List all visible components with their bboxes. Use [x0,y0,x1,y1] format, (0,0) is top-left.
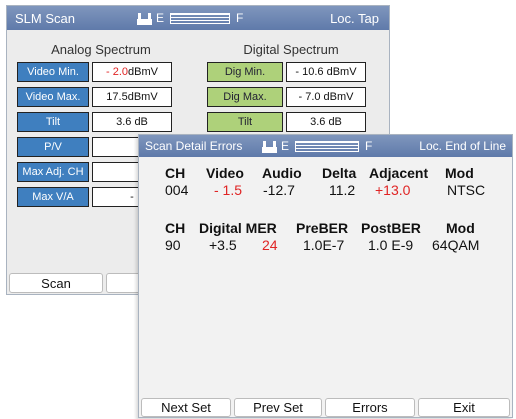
dig-min-value: - 10.6 dBmV [286,62,366,82]
battery-icon [262,140,277,153]
table-cell: 1.0 E-9 [368,237,414,253]
location-label: Loc. Tap [330,11,379,26]
table-cell: 11.2 [329,182,356,198]
table-cell: 64QAM [432,237,480,253]
table-cell: 1.0E-7 [303,237,345,253]
next-set-button[interactable]: Next Set [141,398,231,417]
header-mod: Mod [445,165,474,181]
location-label: Loc. End of Line [419,139,506,153]
header-postber: PostBER [361,220,421,236]
video-max-value: 17.5 dBmV [92,87,172,107]
digital-tilt-label: Tilt [207,112,283,132]
analog-row-video-min: Video Min. - 2.0 dBmV [17,61,172,83]
exit-button[interactable]: Exit [418,398,510,417]
digital-row-tilt: Tilt 3.6 dB [207,111,366,133]
table-cell: 24 [262,237,278,253]
video-max-label: Video Max. [17,87,89,107]
battery-gauge: E F [262,139,372,153]
table-cell: 90 [165,237,181,253]
dig-min-label: Dig Min. [207,62,283,82]
digital-tilt-value: 3.6 dB [286,112,366,132]
header-ch: CH [165,165,186,181]
header-mod: Mod [446,220,475,236]
table-cell: - 1.5 [214,182,243,198]
scan-detail-softkey-bar: Next Set Prev Set Errors Exit [139,397,512,417]
analog-row-tilt: Tilt 3.6 dB [17,111,172,133]
table-cell: +3.5 [209,237,237,253]
header-delta: Delta [322,165,357,181]
video-min-value: - 2.0 dBmV [92,62,172,82]
table-cell: 004 [165,182,189,198]
pv-label: P/V [17,137,89,157]
gauge-empty-label: E [156,11,165,25]
scan-detail-errors-window: Scan Detail Errors E F Loc. End of Line … [138,134,513,418]
dig-max-value: - 7.0 dBmV [286,87,366,107]
slm-scan-title-bar: SLM Scan E F Loc. Tap [7,6,389,30]
digital-error-table: CH Digital MER PreBER PostBER Mod 90 +3.… [139,220,512,260]
analog-tilt-label: Tilt [17,112,89,132]
scan-button[interactable]: Scan [9,273,103,293]
prev-set-button[interactable]: Prev Set [234,398,322,417]
table-cell: NTSC [447,182,486,198]
window-title: Scan Detail Errors [145,139,243,153]
digital-row-dig-min: Dig Min. - 10.6 dBmV [207,61,366,83]
battery-level-bar [295,140,360,152]
gauge-full-label: F [365,139,373,153]
header-adjacent: Adjacent [369,165,429,181]
gauge-empty-label: E [281,139,290,153]
header-audio: Audio [262,165,302,181]
digital-spectrum-panel: Digital Spectrum Dig Min. - 10.6 dBmV Di… [207,42,375,132]
analog-tilt-value: 3.6 dB [92,112,172,132]
dig-max-label: Dig Max. [207,87,283,107]
header-video: Video [206,165,244,181]
battery-gauge: E F [137,11,243,25]
errors-button[interactable]: Errors [325,398,415,417]
header-digital-mer: Digital MER [199,220,277,236]
max-adj-ch-label: Max Adj. CH [17,162,89,182]
table-cell: +13.0 [375,182,411,198]
max-va-label: Max V/A [17,187,89,207]
battery-icon [137,12,152,25]
window-title: SLM Scan [15,11,75,26]
digital-spectrum-title: Digital Spectrum [243,42,339,57]
table-cell: -12.7 [263,182,295,198]
analog-row-video-max: Video Max. 17.5 dBmV [17,86,172,108]
header-ch: CH [165,220,186,236]
analog-spectrum-title: Analog Spectrum [51,42,151,57]
gauge-full-label: F [236,11,244,25]
analog-spectrum-panel: Analog Spectrum Video Min. - 2.0 dBmV Vi… [17,42,185,207]
video-min-label: Video Min. [17,62,89,82]
battery-level-bar [170,12,231,24]
analog-error-table: CH Video Audio Delta Adjacent Mod 004 - … [139,165,512,205]
header-preber: PreBER [296,220,349,236]
digital-row-dig-max: Dig Max. - 7.0 dBmV [207,86,366,108]
scan-detail-title-bar: Scan Detail Errors E F Loc. End of Line [139,135,512,157]
